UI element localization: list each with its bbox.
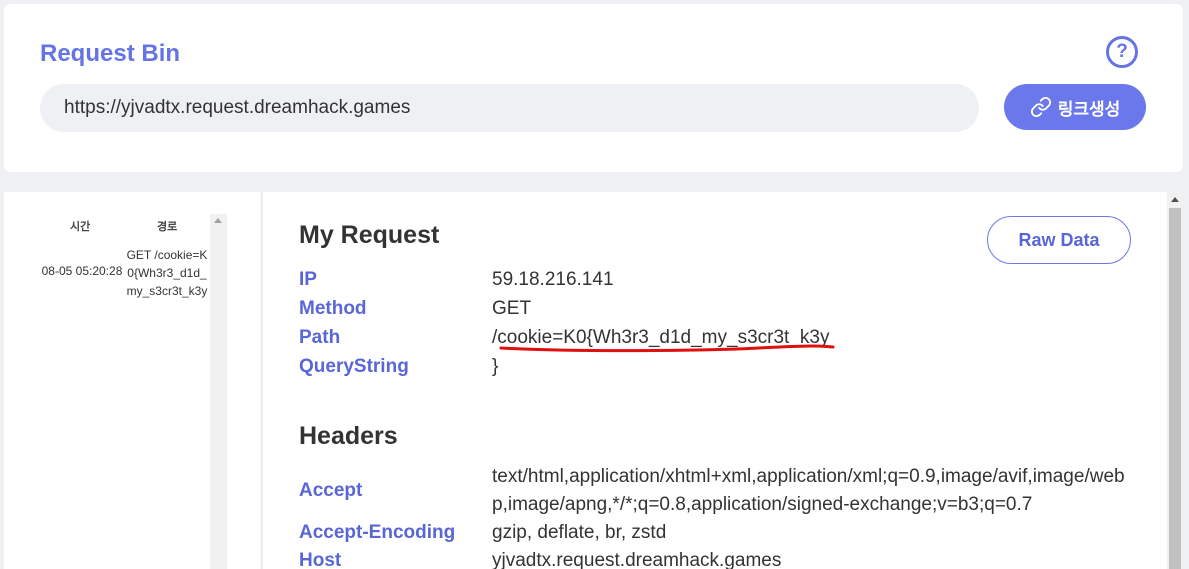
- field-value-ip: 59.18.216.141: [492, 269, 614, 290]
- column-header-time: 시간: [70, 221, 91, 233]
- request-detail: My Request Raw Data IP 59.18.216.141 Met…: [263, 192, 1183, 569]
- url-panel: Request Bin ? https://yjvadtx.request.dr…: [4, 4, 1183, 172]
- list-item-path: GET /cookie=K0{Wh3r3_d1d_my_s3cr3t_k3y: [126, 248, 208, 298]
- page-title: Request Bin: [40, 40, 181, 67]
- red-underline-annotation: [499, 344, 835, 353]
- scroll-up-arrow-icon[interactable]: [214, 218, 222, 223]
- request-list: 시간 경로 08-05 05:20:28 GET /cookie=K0{Wh3r…: [4, 192, 262, 569]
- generate-link-button[interactable]: 링크생성: [1004, 84, 1146, 130]
- scroll-up-arrow-icon[interactable]: [1171, 197, 1179, 202]
- help-icon[interactable]: ?: [1106, 36, 1138, 68]
- url-field[interactable]: https://yjvadtx.request.dreamhack.games: [40, 84, 979, 132]
- scrollbar-thumb[interactable]: [1169, 208, 1181, 569]
- link-icon: [1030, 96, 1051, 118]
- header-value-accept-encoding: gzip, deflate, br, zstd: [492, 522, 667, 543]
- headers-title: Headers: [299, 422, 398, 450]
- field-value-querystring: }: [492, 356, 499, 377]
- list-item-time: 08-05 05:20:28: [41, 264, 123, 278]
- field-value-method: GET: [492, 298, 532, 319]
- field-key-method: Method: [299, 298, 367, 319]
- raw-data-button[interactable]: Raw Data: [987, 216, 1131, 264]
- header-value-host: yjvadtx.request.dreamhack.games: [492, 550, 782, 569]
- my-request-title: My Request: [299, 221, 440, 249]
- sidebar-scrollbar[interactable]: [210, 214, 227, 569]
- main-scrollbar[interactable]: [1167, 192, 1183, 569]
- header-value-accept: text/html,application/xhtml+xml,applicat…: [492, 466, 1125, 515]
- generate-link-label: 링크생성: [1057, 99, 1121, 119]
- header-key-accept: Accept: [299, 480, 363, 501]
- header-key-accept-encoding: Accept-Encoding: [299, 522, 456, 543]
- field-key-path: Path: [299, 327, 341, 348]
- header-key-host: Host: [299, 550, 342, 569]
- field-key-querystring: QueryString: [299, 356, 409, 377]
- field-key-ip: IP: [299, 269, 317, 290]
- column-header-path: 경로: [157, 221, 178, 233]
